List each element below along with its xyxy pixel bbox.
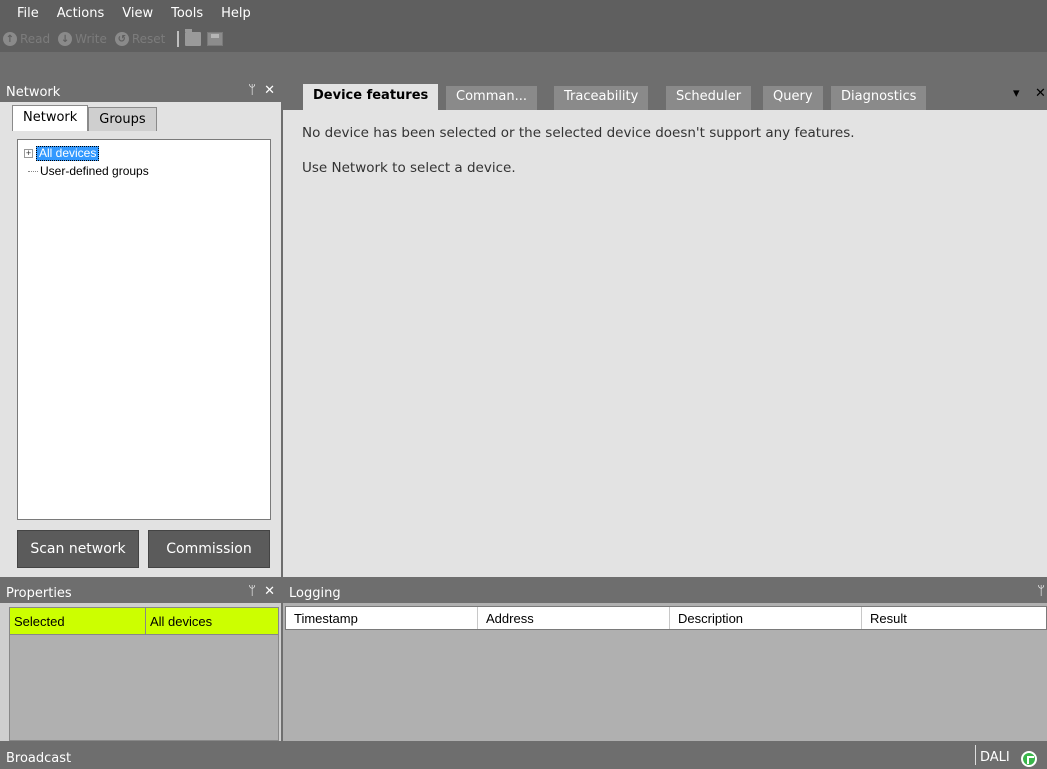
no-device-message: No device has been selected or the selec… [302,125,855,141]
reset-button[interactable]: ↺ Reset [114,32,166,46]
write-icon: ↓ [58,32,73,46]
pin-icon[interactable]: ᛘ [1037,584,1045,599]
tree-item-user-groups[interactable]: User-defined groups [24,163,149,179]
close-icon[interactable]: ✕ [1035,86,1046,101]
network-pane-title: Network [6,84,61,100]
hint-message: Use Network to select a device. [302,160,516,176]
logging-pane-title: Logging [289,585,341,601]
tree-connector [28,170,38,172]
tab-device-features[interactable]: Device features [303,84,439,110]
menu-file[interactable]: File [8,6,48,21]
pin-icon[interactable]: ᛘ [248,584,256,599]
read-button[interactable]: ↑ Read [3,32,50,46]
network-pane-header: Network ᛘ ✕ [0,82,281,102]
property-value: All devices [150,614,213,629]
close-icon[interactable]: ✕ [264,584,275,599]
status-separator [975,745,976,765]
network-tabs: Network Groups [12,105,157,131]
properties-pane-title: Properties [6,585,72,601]
column-header-timestamp[interactable]: Timestamp [286,607,478,629]
write-button[interactable]: ↓ Write [58,32,107,46]
properties-body [9,635,279,741]
toolbar-separator [177,31,180,47]
save-icon[interactable] [207,32,224,46]
scan-network-button[interactable]: Scan network [17,530,139,568]
pin-icon[interactable]: ᛘ [248,83,256,98]
device-tree[interactable]: + All devices User-defined groups [17,139,271,520]
logging-pane-header: Logging ᛘ [283,583,1047,603]
close-icon[interactable]: ✕ [264,83,275,98]
status-broadcast: Broadcast [6,751,72,766]
dali-connection-icon[interactable] [1021,751,1037,767]
reset-label: Reset [131,32,166,46]
menu-help[interactable]: Help [212,6,260,21]
tab-traceability[interactable]: Traceability [554,86,649,110]
tab-query[interactable]: Query [763,86,823,110]
properties-pane-header: Properties ᛘ ✕ [0,583,281,603]
column-header-result[interactable]: Result [862,607,1046,629]
read-label: Read [20,32,51,46]
read-icon: ↑ [3,32,17,46]
column-header-address[interactable]: Address [478,607,670,629]
tab-groups[interactable]: Groups [88,107,157,131]
write-label: Write [75,32,107,46]
tab-commands[interactable]: Comman... [446,86,537,110]
toolbar: ↑ Read ↓ Write ↺ Reset [0,26,1047,52]
expand-icon[interactable]: + [24,148,33,158]
tree-item-all-devices[interactable]: + All devices [24,145,100,161]
reset-icon: ↺ [114,32,129,46]
tab-diagnostics[interactable]: Diagnostics [831,86,927,110]
tab-network[interactable]: Network [12,105,89,131]
tree-item-label[interactable]: All devices [36,145,100,161]
menu-actions[interactable]: Actions [48,6,114,21]
commission-button[interactable]: Commission [148,530,270,568]
status-bar: Broadcast [0,748,1047,769]
tab-scheduler[interactable]: Scheduler [666,86,752,110]
logging-table-header: Timestamp Address Description Result [285,606,1047,630]
tab-dropdown-icon[interactable]: ▾ [1013,86,1020,101]
device-features-pane [283,82,1047,577]
status-dali-label: DALI [980,750,1010,765]
properties-row[interactable]: Selected All devices [9,607,279,635]
open-folder-icon[interactable] [185,29,202,46]
menu-view[interactable]: View [113,6,162,21]
property-key: Selected [10,608,146,634]
tree-item-label[interactable]: User-defined groups [40,164,149,178]
menu-bar: File Actions View Tools Help [0,0,1047,26]
menu-tools[interactable]: Tools [162,6,212,21]
column-header-description[interactable]: Description [670,607,862,629]
